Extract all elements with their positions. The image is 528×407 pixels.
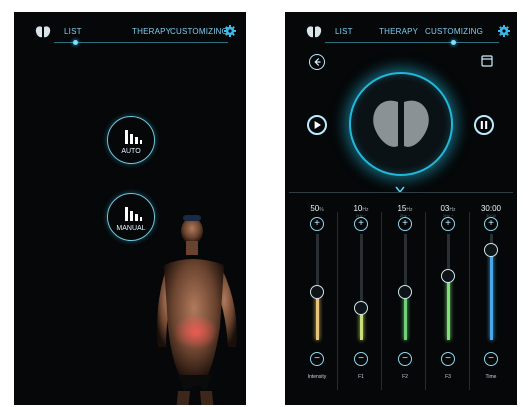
save-icon[interactable] xyxy=(481,55,493,67)
slider-label: Time xyxy=(485,374,497,380)
slider-column-intensity: 50% + − Intensity xyxy=(297,192,337,392)
slider-knob[interactable] xyxy=(354,301,368,316)
back-button[interactable] xyxy=(309,54,325,70)
nav-customizing[interactable]: CUSTOMIZING xyxy=(170,27,228,36)
top-nav: LIST THERAPY CUSTOMIZING xyxy=(285,12,517,52)
nav-list[interactable]: LIST xyxy=(335,27,353,36)
minus-button[interactable]: − xyxy=(354,352,368,366)
plus-button[interactable]: + xyxy=(398,217,412,231)
slider-column-f3: 03Hz 2Hz ~ + − F3 xyxy=(428,192,468,392)
nav-track xyxy=(54,42,228,43)
pause-icon xyxy=(480,121,488,129)
nav-indicator xyxy=(451,40,456,45)
nav-track xyxy=(325,42,499,43)
slider-value: 30:00 xyxy=(480,204,502,213)
brand-logo-icon xyxy=(306,26,322,38)
plus-button[interactable]: + xyxy=(441,217,455,231)
slider-column-f2: 15Hz 2Hz ~ + − F2 xyxy=(385,192,425,392)
divider xyxy=(337,212,338,390)
slider-knob[interactable] xyxy=(441,269,455,284)
slider-value: 50% xyxy=(310,204,324,213)
minus-button[interactable]: − xyxy=(310,352,324,366)
nav-therapy[interactable]: THERAPY xyxy=(132,27,171,36)
slider-fill xyxy=(404,292,407,340)
minus-button[interactable]: − xyxy=(484,352,498,366)
slider-knob[interactable] xyxy=(310,285,324,300)
slider-value: 10Hz xyxy=(353,204,369,213)
slider-fill xyxy=(447,276,450,340)
minus-button[interactable]: − xyxy=(398,352,412,366)
bars-icon xyxy=(125,207,142,221)
slider-knob[interactable] xyxy=(398,285,412,300)
brand-logo-icon xyxy=(35,26,51,38)
nav-indicator xyxy=(73,40,78,45)
slider-column-f1: 10Hz 2Hz ~ + − F1 xyxy=(341,192,381,392)
play-icon xyxy=(314,121,321,129)
slider-knob[interactable] xyxy=(484,242,498,257)
auto-manual-screen: LIST THERAPY CUSTOMIZING AUTO MANUAL xyxy=(14,12,246,405)
auto-button[interactable]: AUTO xyxy=(107,116,155,164)
slider-value: 15Hz xyxy=(397,204,413,213)
slider-label: F2 xyxy=(402,374,408,380)
electrode-pads-icon xyxy=(373,100,429,147)
minus-button[interactable]: − xyxy=(441,352,455,366)
top-nav: LIST THERAPY CUSTOMIZING xyxy=(14,12,246,52)
pause-button[interactable] xyxy=(474,115,494,135)
arrow-left-icon xyxy=(314,58,321,66)
play-button[interactable] xyxy=(307,115,327,135)
plus-button[interactable]: + xyxy=(310,217,324,231)
electrode-pads-display xyxy=(349,72,453,176)
gear-icon[interactable] xyxy=(498,25,510,37)
nav-list[interactable]: LIST xyxy=(64,27,82,36)
slider-value: 03Hz xyxy=(440,204,456,213)
slider-column-time: 30:00 30:00 + − Time xyxy=(471,192,511,392)
man-figure-image xyxy=(157,215,237,405)
plus-button[interactable]: + xyxy=(354,217,368,231)
divider xyxy=(381,212,382,390)
slider-label: F3 xyxy=(445,374,451,380)
slider-fill xyxy=(490,249,493,340)
slider-fill xyxy=(316,292,319,340)
gear-icon[interactable] xyxy=(224,25,236,37)
divider xyxy=(469,212,470,390)
nav-therapy[interactable]: THERAPY xyxy=(379,27,418,36)
auto-label: AUTO xyxy=(121,148,141,155)
bars-icon xyxy=(125,130,142,144)
divider xyxy=(425,212,426,390)
slider-label: Intensity xyxy=(307,374,327,380)
slider-label: F1 xyxy=(358,374,364,380)
plus-button[interactable]: + xyxy=(484,217,498,231)
nav-customizing[interactable]: CUSTOMIZING xyxy=(425,27,483,36)
manual-therapy-screen: LIST THERAPY CUSTOMIZING 50% + − Intensi… xyxy=(285,12,517,405)
